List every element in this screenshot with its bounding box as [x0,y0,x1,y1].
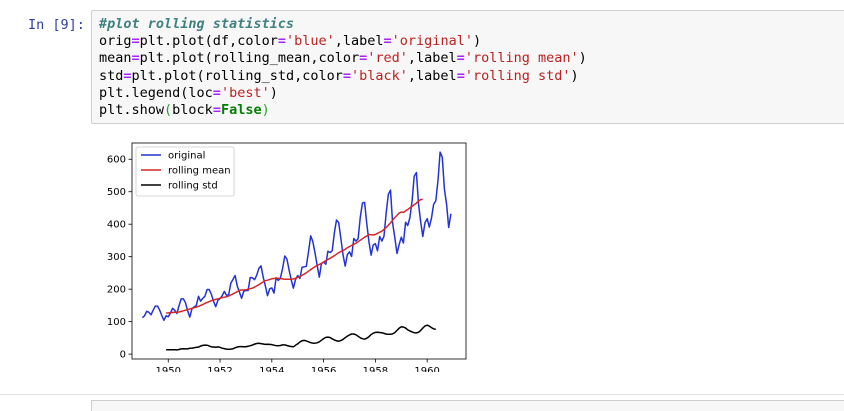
y-tick-label: 600 [107,155,126,166]
series-line-rolling-std [166,324,436,351]
x-tick-label: 1958 [363,366,388,372]
code-text: #plot rolling statistics orig=plt.plot(d… [99,16,587,119]
code-line-6: plt.show(block=False) [99,102,270,119]
x-tick-label: 1952 [207,366,232,372]
y-tick-label: 200 [107,285,126,296]
y-tick-label: 0 [120,350,126,361]
code-line-3: mean=plt.plot(rolling_mean,color='red',l… [99,50,587,67]
x-tick-label: 1950 [156,366,181,372]
cell-divider [0,394,844,395]
code-comment: #plot rolling statistics [99,16,295,32]
code-cell-editor[interactable]: #plot rolling statistics orig=plt.plot(d… [91,10,844,124]
code-line-2: orig=plt.plot(df,color='blue',label='ori… [99,33,482,50]
code-line-5: plt.legend(loc='best') [99,84,278,101]
y-tick-label: 400 [107,220,126,231]
y-tick-label: 500 [107,187,126,198]
legend-label-rolling-mean: rolling mean [168,166,231,177]
code-line-4: std=plt.plot(rolling_std,color='black',l… [99,67,579,84]
legend-label-rolling-std: rolling std [168,181,218,192]
x-tick-label: 1960 [414,366,439,372]
y-tick-label: 100 [107,317,126,328]
plot-output: 1950 1952 1954 1956 1958 1960 0 100 200 300 400 500… [91,132,511,377]
input-prompt: In [9]: [28,17,85,33]
y-tick-label: 300 [107,252,126,263]
legend-label-original: original [168,151,205,162]
x-tick-label: 1954 [259,366,284,372]
line-chart: 1950 1952 1954 1956 1958 1960 0 100 200 300 400 500… [107,142,467,377]
x-tick-label: 1956 [311,366,336,372]
